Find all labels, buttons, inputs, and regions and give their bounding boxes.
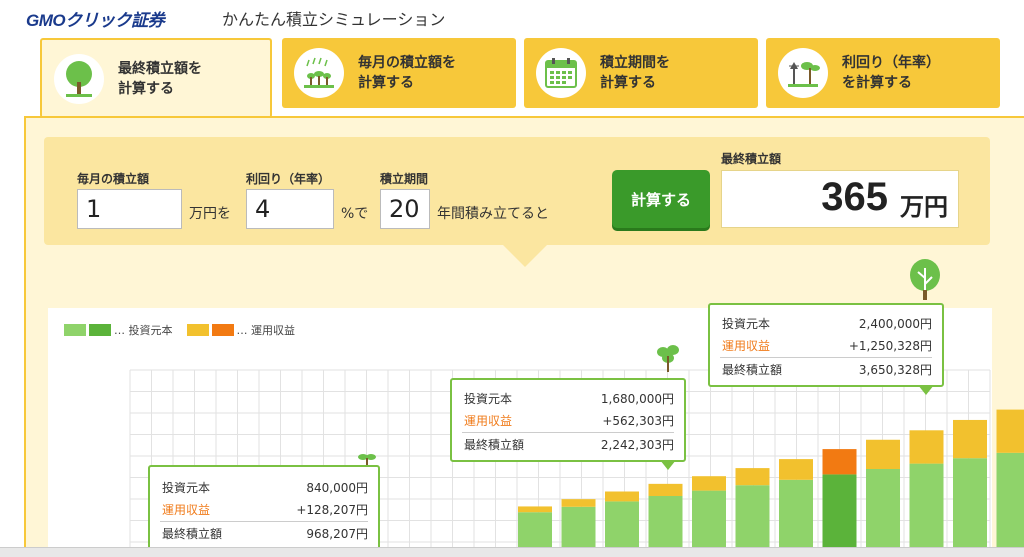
browser-bottom-bar bbox=[0, 547, 1024, 557]
tip-gain-label: 運用収益 bbox=[162, 502, 211, 517]
tip-gain-value: +128,207円 bbox=[296, 502, 368, 517]
legend-swatch-gain-dark bbox=[211, 324, 234, 336]
tab-monthly-amount[interactable]: 毎月の積立額を 計算する bbox=[282, 38, 516, 108]
result-value: 365 bbox=[821, 175, 888, 219]
legend-swatch-principal-light bbox=[64, 324, 86, 336]
legend-label-principal: … 投資元本 bbox=[114, 324, 173, 337]
tip-total-value: 2,242,303円 bbox=[600, 437, 674, 452]
legend-label-gain: … 運用収益 bbox=[236, 324, 296, 337]
tooltip-year-7: 投資元本 840,000円 運用収益 +128,207円 最終積立額 968,207円 bbox=[148, 465, 380, 551]
tab-label: 毎月の積立額を 計算する bbox=[358, 55, 456, 91]
tip-principal-value: 2,400,000円 bbox=[858, 316, 932, 331]
monthly-amount-label: 毎月の積立額 bbox=[77, 172, 150, 186]
tip-gain-value: +1,250,328円 bbox=[848, 338, 932, 353]
chart-legend: … 投資元本 … 運用収益 bbox=[64, 322, 295, 338]
result-box: 365 万円 bbox=[721, 170, 959, 228]
tip-principal-label: 投資元本 bbox=[722, 316, 771, 331]
legend-swatch-gain-light bbox=[186, 324, 209, 336]
tab-label: 積立期間を 計算する bbox=[600, 55, 670, 91]
watering-can-icon bbox=[294, 48, 344, 98]
period-unit: 年間積み立てると bbox=[437, 206, 549, 222]
tab-final-amount[interactable]: 最終積立額を 計算する bbox=[40, 38, 272, 118]
calculate-button[interactable]: 計算する bbox=[612, 170, 710, 228]
growth-sprout-icon bbox=[778, 48, 828, 98]
tip-total-label: 最終積立額 bbox=[464, 437, 525, 452]
tip-principal-value: 1,680,000円 bbox=[600, 391, 674, 406]
tip-principal-label: 投資元本 bbox=[464, 391, 513, 406]
monthly-amount-input[interactable]: 1 bbox=[77, 189, 182, 229]
large-tree-icon bbox=[910, 259, 940, 300]
medium-tree-icon bbox=[657, 345, 679, 372]
tip-total-label: 最終積立額 bbox=[722, 362, 783, 377]
calendar-icon bbox=[536, 48, 586, 98]
app-header: GMOクリック証券 かんたん積立シミュレーション bbox=[0, 0, 1024, 34]
tooltip-tail bbox=[918, 385, 934, 395]
tooltip-tail bbox=[660, 460, 676, 470]
tree-icon bbox=[54, 54, 104, 104]
tab-period[interactable]: 積立期間を 計算する bbox=[524, 38, 758, 108]
legend-swatch-principal-dark bbox=[89, 324, 111, 336]
tooltip-year-14: 投資元本 1,680,000円 運用収益 +562,303円 最終積立額 2,242,… bbox=[450, 378, 686, 462]
tip-total-value: 3,650,328円 bbox=[858, 362, 932, 377]
tooltip-year-20: 投資元本 2,400,000円 運用収益 +1,250,328円 最終積立額 3,65… bbox=[708, 303, 944, 387]
period-label: 積立期間 bbox=[380, 172, 429, 186]
period-input[interactable]: 20 bbox=[380, 189, 430, 229]
rate-input[interactable]: 4 bbox=[246, 189, 334, 229]
tab-label: 利回り（年率） を計算する bbox=[842, 55, 940, 91]
tab-rate[interactable]: 利回り（年率） を計算する bbox=[766, 38, 1000, 108]
tip-principal-label: 投資元本 bbox=[162, 480, 211, 495]
page-title: かんたん積立シミュレーション bbox=[222, 10, 446, 29]
result-label: 最終積立額 bbox=[721, 152, 782, 166]
tab-label: 最終積立額を 計算する bbox=[118, 61, 202, 97]
rate-unit: %で bbox=[341, 206, 369, 222]
result-unit: 万円 bbox=[900, 193, 948, 221]
tip-gain-label: 運用収益 bbox=[464, 413, 513, 428]
tip-total-label: 最終積立額 bbox=[162, 526, 223, 541]
tip-total-value: 968,207円 bbox=[306, 526, 368, 541]
rate-label: 利回り（年率） bbox=[246, 172, 331, 186]
form-pointer bbox=[503, 245, 547, 267]
tip-gain-value: +562,303円 bbox=[602, 413, 674, 428]
logo[interactable]: GMOクリック証券 bbox=[26, 6, 165, 31]
tip-principal-value: 840,000円 bbox=[306, 480, 368, 495]
monthly-amount-unit: 万円を bbox=[189, 206, 231, 222]
tip-gain-label: 運用収益 bbox=[722, 338, 771, 353]
